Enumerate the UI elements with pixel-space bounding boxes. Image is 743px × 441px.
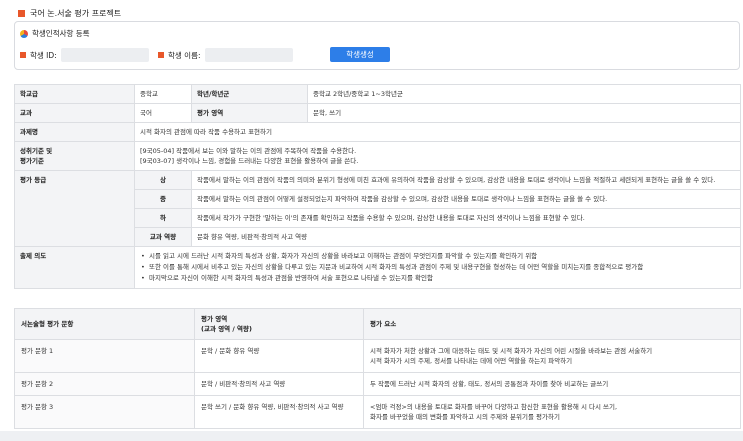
student-name-label: 학생 이름: — [168, 50, 201, 60]
list-item: 마지막으로 자신이 이해한 시적 화자의 특성과 관점을 반영하여 서술 표현으… — [140, 273, 735, 284]
table-row: 교과 국어 평가 영역 문학, 쓰기 — [14, 103, 741, 123]
intent-label: 출제 의도 — [14, 246, 135, 289]
element-line: 시적 화자가 시의 주제, 정서를 나타내는 데에 어떤 역할을 하는지 파악하… — [370, 357, 573, 365]
generate-student-button[interactable]: 학생생성 — [330, 47, 390, 62]
item-elements: 두 작품에 드러난 시적 화자의 상황, 태도, 정서의 공통점과 차이를 찾아… — [363, 372, 741, 396]
standards-label-line: 평가기준 — [20, 157, 44, 165]
item-elements: <엄마 걱정>의 내용을 토대로 화자를 바꾸어 다양하고 참신한 표현을 활용… — [363, 395, 741, 429]
grade-criteria-label: 평가 등급 — [14, 170, 135, 247]
grade-label: 학년/학년군 — [191, 84, 308, 104]
assessment-info-table: 학교급 중학교 학년/학년군 중학교 2학년/중학교 1~3학년군 교과 국어 … — [14, 84, 741, 289]
subject-label: 교과 — [14, 103, 135, 123]
school-level-value: 중학교 — [134, 84, 192, 104]
student-name-field-group: 학생 이름: — [158, 48, 293, 62]
standard-item: [9국03-07] 생각이나 느낌, 경험을 드러내는 다양한 표현을 활용하여… — [140, 157, 359, 165]
level-mid-desc: 작품에서 말하는 이의 관점이 어떻게 설정되었는지 파악하여 작품을 감상할 … — [191, 189, 741, 209]
orange-square-icon — [18, 10, 25, 17]
subject-value: 국어 — [134, 103, 192, 123]
page-header: 국어 논.서술 평가 프로젝트 — [18, 8, 121, 19]
item-area: 문학 / 비판적·창의적 사고 역량 — [194, 372, 364, 396]
item-name: 평가 문항 3 — [14, 395, 195, 429]
level-mid-label: 중 — [134, 189, 192, 209]
bottom-bar — [0, 431, 743, 441]
item-elements: 시적 화자가 처한 상황과 그에 대응하는 태도 및 시적 화자가 자신의 어린… — [363, 339, 741, 373]
palette-icon — [20, 29, 28, 38]
standards-value: [9국05-04] 작품에서 보는 이와 말하는 이의 관점에 주목하여 작품을… — [134, 141, 741, 171]
standards-label-line: 성취기준 및 — [20, 147, 53, 155]
competency-label: 교과 역량 — [134, 227, 192, 247]
item-area: 문학 쓰기 / 문화 향유 역량, 비판적·창의적 사고 역량 — [194, 395, 364, 429]
element-line: 화자를 바꾸었을 때의 변화를 파악하고 시의 주제와 분위기를 평가하기 — [370, 413, 560, 421]
level-high-desc: 작품에서 말하는 이의 관점이 작품의 의미와 분위기 형성에 미친 효과에 유… — [191, 170, 741, 190]
item-area: 문학 / 문화 향유 역량 — [194, 339, 364, 373]
evaluation-items-table: 서논술형 평가 문항 평가 영역 (교과 영역 / 역량) 평가 요소 평가 문… — [14, 308, 741, 429]
table-row: 평가 등급 상 작품에서 말하는 이의 관점이 작품의 의미와 분위기 형성에 … — [14, 170, 741, 247]
level-low-label: 하 — [134, 208, 192, 228]
task-label: 과제명 — [14, 122, 135, 142]
level-low-desc: 작품에서 작가가 구현한 '말하는 이'의 존재를 확인하고 작품을 수용할 수… — [191, 208, 741, 228]
registration-title: 학생인적사항 등록 — [32, 29, 90, 38]
header-item: 서논술형 평가 문항 — [14, 308, 195, 340]
table-row: 출제 의도 시를 읽고 시에 드러난 시적 화자의 특성과 상황, 화자가 자신… — [14, 246, 741, 289]
grade-value: 중학교 2학년/중학교 1~3학년군 — [307, 84, 741, 104]
table-row: 과제명 시적 화자의 관점에 따라 작품 수용하고 표현하기 — [14, 122, 741, 142]
standard-item: [9국05-04] 작품에서 보는 이와 말하는 이의 관점에 주목하여 작품을… — [140, 147, 357, 155]
table-header-row: 서논술형 평가 문항 평가 영역 (교과 영역 / 역량) 평가 요소 — [14, 308, 741, 340]
table-row: 평가 문항 3 문학 쓰기 / 문화 향유 역량, 비판적·창의적 사고 역량 … — [14, 395, 741, 429]
area-label: 평가 영역 — [191, 103, 308, 123]
element-line: 시적 화자가 처한 상황과 그에 대응하는 태도 및 시적 화자가 자신의 어린… — [370, 347, 653, 355]
intent-list: 시를 읽고 시에 드러난 시적 화자의 특성과 상황, 화자가 자신의 상황을 … — [140, 251, 735, 284]
student-id-input[interactable] — [60, 48, 149, 62]
registration-header: 학생인적사항 등록 — [20, 28, 90, 39]
item-name: 평가 문항 1 — [14, 339, 195, 373]
table-row: 학교급 중학교 학년/학년군 중학교 2학년/중학교 1~3학년군 — [14, 84, 741, 104]
header-area: 평가 영역 (교과 영역 / 역량) — [194, 308, 364, 340]
table-row: 평가 문항 1 문학 / 문화 향유 역량 시적 화자가 처한 상황과 그에 대… — [14, 339, 741, 373]
orange-square-icon — [20, 52, 26, 58]
task-value: 시적 화자의 관점에 따라 작품 수용하고 표현하기 — [134, 122, 741, 142]
list-item: 또한 이를 통해 시에서 비추고 있는 자신의 상황을 다루고 있는 지문과 비… — [140, 262, 735, 273]
orange-square-icon — [158, 52, 164, 58]
intent-value: 시를 읽고 시에 드러난 시적 화자의 특성과 상황, 화자가 자신의 상황을 … — [134, 246, 741, 289]
student-registration-panel: 학생인적사항 등록 학생 ID: 학생 이름: 학생생성 — [14, 21, 740, 70]
table-row: 평가 문항 2 문학 / 비판적·창의적 사고 역량 두 작품에 드러난 시적 … — [14, 372, 741, 396]
student-name-input[interactable] — [204, 48, 293, 62]
element-line: 두 작품에 드러난 시적 화자의 상황, 태도, 정서의 공통점과 차이를 찾아… — [370, 380, 609, 388]
level-high-label: 상 — [134, 170, 192, 190]
school-level-label: 학교급 — [14, 84, 135, 104]
competency-value: 문화 향유 역량, 비판적·창의적 사고 역량 — [191, 227, 741, 247]
item-name: 평가 문항 2 — [14, 372, 195, 396]
page-title: 국어 논.서술 평가 프로젝트 — [30, 9, 122, 18]
header-elements: 평가 요소 — [363, 308, 741, 340]
table-row: 성취기준 및 평가기준 [9국05-04] 작품에서 보는 이와 말하는 이의 … — [14, 141, 741, 171]
page: 국어 논.서술 평가 프로젝트 학생인적사항 등록 학생 ID: 학생 이름: … — [0, 0, 743, 441]
student-id-label: 학생 ID: — [30, 50, 57, 60]
standards-label: 성취기준 및 평가기준 — [14, 141, 135, 171]
element-line: <엄마 걱정>의 내용을 토대로 화자를 바꾸어 다양하고 참신한 표현을 활용… — [370, 403, 618, 411]
student-id-field-group: 학생 ID: — [20, 48, 149, 62]
list-item: 시를 읽고 시에 드러난 시적 화자의 특성과 상황, 화자가 자신의 상황을 … — [140, 251, 735, 262]
area-value: 문학, 쓰기 — [307, 103, 741, 123]
